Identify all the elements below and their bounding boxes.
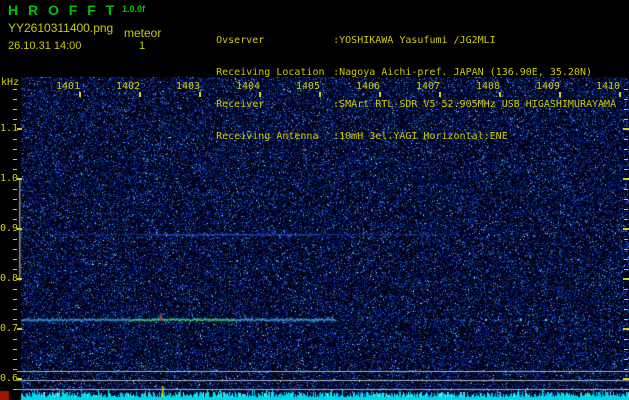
station-info: Ovserver :YOSHIKAWA Yasufumi /JG2MLI Rece… [180, 6, 616, 154]
app-version: 1.0.0f [122, 4, 146, 14]
info-label: Receiving Antenna [216, 131, 319, 142]
info-label: Receiver [216, 99, 265, 110]
app-title: H R O F F T [8, 2, 118, 18]
output-filename: YY2610311400.png [8, 21, 114, 35]
info-label: Receiving Location [216, 67, 325, 78]
hrofft-window: H R O F F T 1.0.0f YY2610311400.png mete… [0, 0, 629, 400]
info-value: :10mH 3el.YAGI Horizontal:ENE [333, 131, 508, 142]
info-row-antenna: Receiving Antenna :10mH 3el.YAGI Horizont… [180, 122, 616, 142]
info-row-receiver: Receiver :SMArt RTL-SDR V5 52.905MHz USB … [180, 90, 616, 110]
info-row-location: Receiving Location :Nagoya Aichi-pref. JA… [180, 58, 616, 78]
info-label: Ovserver [216, 35, 265, 46]
info-value: :YOSHIKAWA Yasufumi /JG2MLI [333, 35, 496, 46]
info-value: :Nagoya Aichi-pref. JAPAN (136.90E, 35.2… [333, 67, 593, 78]
mode-label: meteor [124, 26, 162, 40]
observation-datetime: 26.10.31 14:00 [8, 40, 82, 52]
info-value: :SMArt RTL-SDR V5 52.905MHz USB HIGASHIM… [333, 99, 617, 110]
info-row-observer: Ovserver :YOSHIKAWA Yasufumi /JG2MLI [180, 26, 616, 46]
echo-count: 1 [139, 40, 146, 52]
